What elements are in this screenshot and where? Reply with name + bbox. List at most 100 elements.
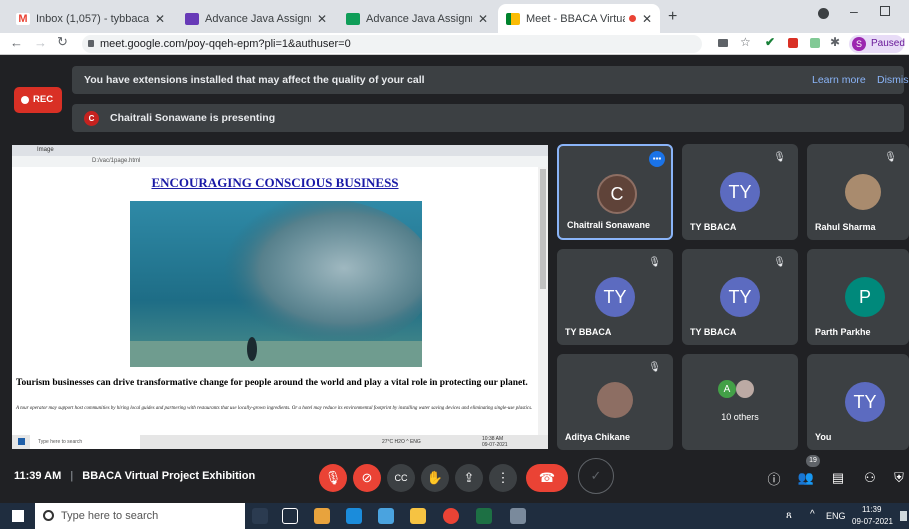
- page-paragraph: Tourism businesses can drive transformat…: [16, 378, 528, 388]
- people-icon[interactable]: 👥: [792, 464, 820, 492]
- tab-forms[interactable]: Advance Java Assignment1 - Goo ✕: [177, 4, 335, 33]
- close-icon[interactable]: ✕: [478, 12, 488, 26]
- avatar: TY: [595, 277, 635, 317]
- language-indicator[interactable]: ENG: [826, 511, 846, 521]
- avatar-photo: [736, 380, 754, 398]
- restore-button[interactable]: [880, 6, 890, 16]
- shared-screen: Image D:/vac/1page.html ENCOURAGING CONS…: [12, 145, 548, 449]
- present-button[interactable]: ⇪: [455, 464, 483, 492]
- participant-tile-parth[interactable]: P Parth Parkhe: [807, 249, 909, 345]
- activities-icon[interactable]: ⚇: [856, 464, 884, 492]
- avatar: P: [845, 277, 885, 317]
- fish-school-image: [130, 201, 422, 367]
- participant-tile[interactable]: 🎙 TY TY BBACA: [557, 249, 673, 345]
- bookmark-star-icon[interactable]: ☆: [740, 35, 751, 49]
- extension-grid-icon[interactable]: [810, 38, 820, 48]
- mic-off-button[interactable]: 🎙: [319, 464, 347, 492]
- extension-check-icon[interactable]: ✔: [765, 35, 775, 49]
- shared-address-bar: D:/vac/1page.html: [12, 156, 548, 167]
- edge-icon[interactable]: [346, 508, 362, 524]
- chat-icon[interactable]: ▤: [824, 464, 852, 492]
- captions-button[interactable]: CC: [387, 464, 415, 492]
- file-explorer-icon[interactable]: [410, 508, 426, 524]
- meeting-separator: |: [70, 470, 74, 482]
- shared-url: D:/vac/1page.html: [92, 158, 141, 164]
- leave-call-button[interactable]: ☎: [526, 464, 568, 492]
- tab-label: Advance Java Assignment1 (Resp: [366, 12, 472, 25]
- tray-chevron-icon[interactable]: ^: [810, 509, 815, 520]
- meet-icon: [506, 12, 520, 25]
- dismiss-button[interactable]: Dismiss: [877, 66, 909, 94]
- participant-name: Aditya Chikane: [565, 432, 631, 442]
- clock-time[interactable]: 11:39: [862, 505, 881, 514]
- browser-tab-strip: M Inbox (1,057) - tybbaca@kaverio ✕ Adva…: [0, 0, 909, 33]
- scrollbar[interactable]: [538, 167, 548, 437]
- reload-icon[interactable]: ↻: [57, 34, 68, 50]
- people-tray-icon[interactable]: ጸ: [786, 510, 792, 521]
- mail-icon[interactable]: [378, 508, 394, 524]
- excel-icon[interactable]: [476, 508, 492, 524]
- participant-tile-chaitrali[interactable]: ▪▪▪ C Chaitrali Sonawane: [557, 144, 673, 240]
- new-tab-button[interactable]: +: [668, 8, 677, 26]
- tab-meet[interactable]: Meet - BBACA Virtual Project ✕: [498, 4, 660, 33]
- info-icon[interactable]: ⓘ: [760, 464, 788, 492]
- mic-off-icon: 🎙: [773, 152, 786, 163]
- notifications-icon[interactable]: [900, 511, 907, 521]
- tab-gmail[interactable]: M Inbox (1,057) - tybbaca@kaverio ✕: [8, 4, 173, 33]
- participant-tile[interactable]: 🎙 TY TY BBACA: [682, 144, 798, 240]
- back-icon[interactable]: ←: [10, 35, 23, 50]
- avatar-photo: [845, 174, 881, 210]
- close-icon[interactable]: ✕: [155, 12, 165, 26]
- avatar: TY: [720, 277, 760, 317]
- more-options-button[interactable]: ⋮: [489, 464, 517, 492]
- presenting-text: Chaitrali Sonawane is presenting: [110, 112, 276, 124]
- meeting-info: 11:39 AM | BBACA Virtual Project Exhibit…: [14, 470, 255, 482]
- camera-icon[interactable]: [718, 39, 728, 47]
- clock-date[interactable]: 09-07-2021: [852, 517, 893, 526]
- avatar: TY: [720, 172, 760, 212]
- forward-icon[interactable]: →: [34, 35, 47, 50]
- rec-indicator: REC: [14, 87, 62, 113]
- presenting-banner: C Chaitrali Sonawane is presenting: [72, 104, 904, 132]
- activities-check-button[interactable]: ✓: [578, 458, 614, 494]
- participant-name: Rahul Sharma: [815, 222, 876, 232]
- address-field[interactable]: meet.google.com/poy-qqeh-epm?pli=1&authu…: [82, 35, 702, 53]
- mic-off-icon: 🎙: [773, 257, 786, 268]
- participant-tile-rahul[interactable]: 🎙 Rahul Sharma: [807, 144, 909, 240]
- profile-indicator-icon[interactable]: [818, 8, 829, 19]
- speaking-indicator-icon: ▪▪▪: [649, 151, 665, 167]
- minimize-button[interactable]: –: [850, 3, 858, 19]
- participant-tile-you[interactable]: TY You: [807, 354, 909, 450]
- shared-taskbar: Type here to search 27°C H2O ^ ENG 10:38…: [12, 435, 548, 449]
- paused-label: Paused: [871, 38, 905, 49]
- paint-icon[interactable]: [510, 508, 526, 524]
- learn-more-link[interactable]: Learn more: [812, 66, 866, 94]
- participant-tile[interactable]: 🎙 TY TY BBACA: [682, 249, 798, 345]
- chrome-icon[interactable]: [443, 508, 459, 524]
- extensions-puzzle-icon[interactable]: ✱: [830, 35, 840, 49]
- search-icon: [43, 510, 54, 521]
- task-view-icon[interactable]: [282, 508, 298, 524]
- search-placeholder: Type here to search: [61, 510, 159, 522]
- extension-shield-icon[interactable]: [788, 38, 798, 48]
- host-controls-icon[interactable]: ⛨: [885, 464, 909, 492]
- participant-name: TY BBACA: [690, 327, 737, 337]
- windows-start-icon[interactable]: [12, 510, 24, 522]
- microphone-icon[interactable]: [252, 508, 268, 524]
- participant-tile-others[interactable]: A 10 others: [682, 354, 798, 450]
- tab-sheets[interactable]: Advance Java Assignment1 (Resp ✕: [338, 4, 496, 33]
- close-icon[interactable]: ✕: [642, 12, 652, 26]
- shared-search-box: Type here to search: [30, 435, 140, 449]
- meeting-title: BBACA Virtual Project Exhibition: [82, 470, 256, 482]
- profile-paused-button[interactable]: S Paused: [849, 35, 905, 53]
- record-dot-icon: [21, 96, 29, 104]
- windows-start-icon: [18, 438, 25, 445]
- store-icon[interactable]: [314, 508, 330, 524]
- raise-hand-button[interactable]: ✋: [421, 464, 449, 492]
- close-icon[interactable]: ✕: [317, 12, 327, 26]
- page-small-text: A tour operator may support host communi…: [16, 406, 533, 411]
- shared-clock-date: 09-07-2021: [482, 442, 508, 448]
- taskbar-search-box[interactable]: Type here to search: [35, 503, 245, 529]
- participant-tile-aditya[interactable]: 🎙 Aditya Chikane: [557, 354, 673, 450]
- camera-off-button[interactable]: ⊘: [353, 464, 381, 492]
